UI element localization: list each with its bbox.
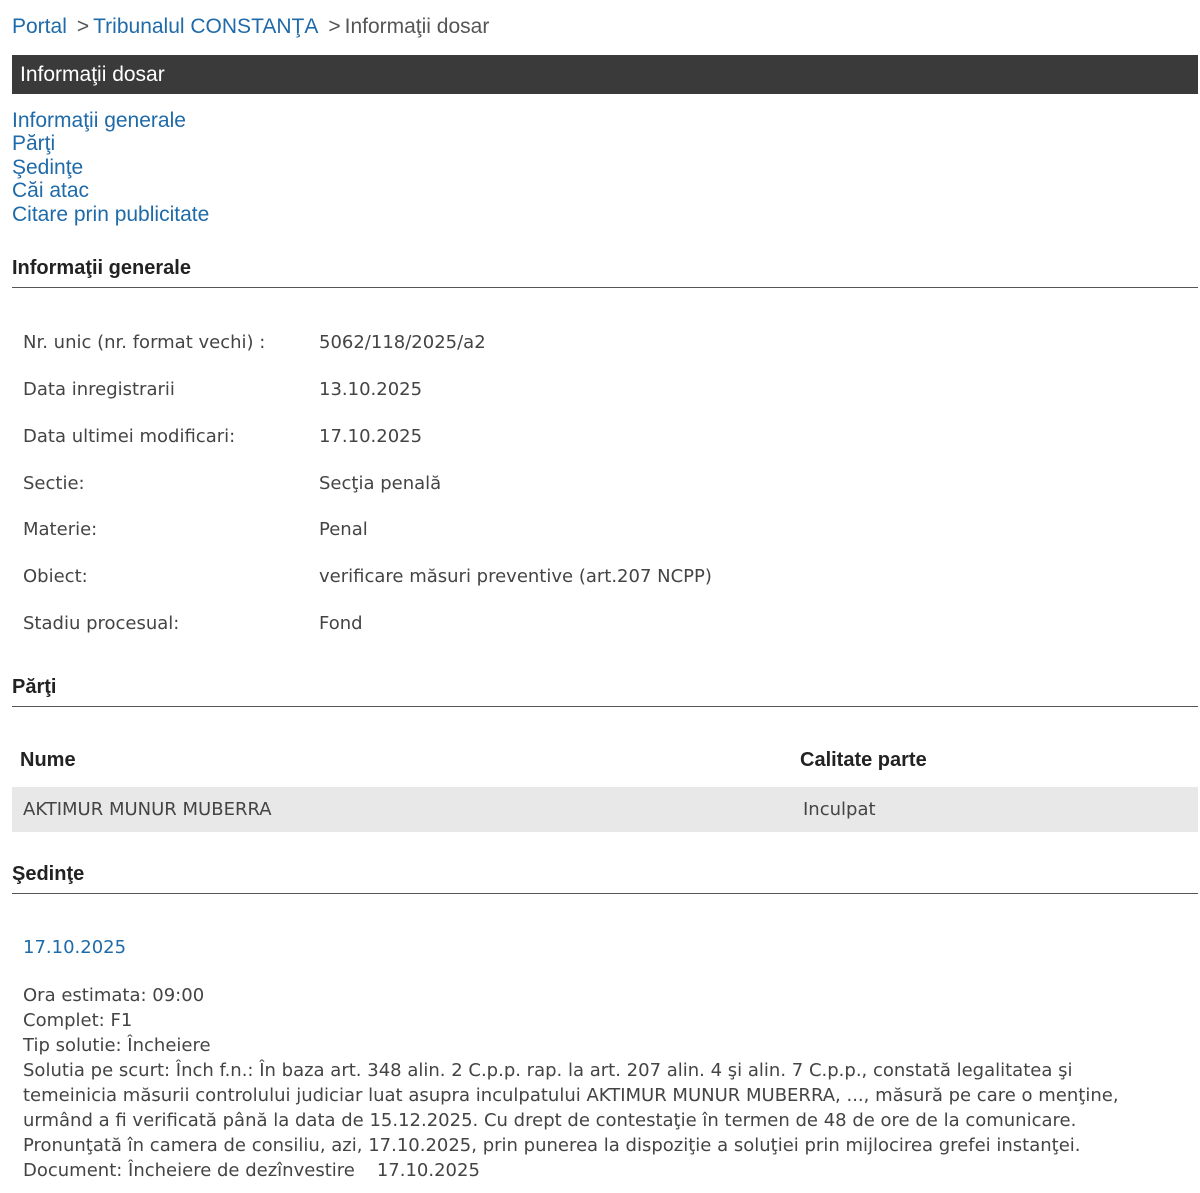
field-label-last-modified: Data ultimei modificari: [23, 426, 236, 447]
field-label-procedural-stage: Stadiu procesual: [23, 613, 180, 634]
breadcrumb-portal-link[interactable]: Portal [12, 15, 67, 38]
session-solution-text-line: urmând a fi verificată până la data de 1… [23, 1110, 1077, 1131]
session-solution-text-line: Pronunţată în camera de consiliu, azi, 1… [23, 1135, 1081, 1156]
party-role-cell: Inculpat [803, 799, 876, 820]
breadcrumb-tribunal-link[interactable]: Tribunalul CONSTANŢA [93, 15, 318, 38]
breadcrumb-separator: > [76, 15, 90, 38]
parties-column-name: Nume [20, 749, 76, 771]
field-value-section: Secţia penală [319, 473, 442, 494]
sessions-heading: Şedinţe [12, 862, 1198, 894]
breadcrumb: Portal > Tribunalul CONSTANŢA > Informaţii d… [12, 14, 489, 40]
nav-link-public-summons[interactable]: Citare prin publicitate [12, 203, 209, 226]
session-solution-text-line: Solutia pe scurt: Înch f.n.: În baza art… [23, 1060, 1073, 1081]
session-document-date: 17.10.2025 [376, 1160, 480, 1181]
nav-link-general-info[interactable]: Informaţii generale [12, 109, 209, 132]
session-estimated-time: Ora estimata: 09:00 [23, 985, 205, 1006]
parties-heading: Părţi [12, 675, 1198, 707]
nav-link-appeals[interactable]: Căi atac [12, 179, 209, 202]
general-info-heading: Informaţii generale [12, 256, 1198, 288]
session-panel: Complet: F1 [23, 1010, 133, 1031]
breadcrumb-separator: > [328, 15, 341, 38]
session-details: Ora estimata: 09:00 Complet: F1 Tip solu… [23, 983, 1183, 1183]
field-value-registration-date: 13.10.2025 [319, 379, 423, 400]
session-date-link[interactable]: 17.10.2025 [23, 937, 126, 958]
nav-link-sessions[interactable]: Şedinţe [12, 156, 209, 179]
field-value-matter: Penal [319, 519, 368, 540]
section-nav: Informaţii generale Părţi Şedinţe Căi at… [12, 109, 209, 226]
field-label-section: Sectie: [23, 473, 85, 494]
parties-column-role: Calitate parte [800, 749, 927, 771]
field-value-case-number: 5062/118/2025/a2 [319, 332, 486, 353]
session-document-label: Document: Încheiere de dezînvestire [23, 1160, 355, 1181]
field-value-procedural-stage: Fond [319, 613, 363, 634]
field-label-matter: Materie: [23, 519, 98, 540]
page-title: Informaţii dosar [20, 63, 165, 86]
session-document: Document: Încheiere de dezînvestire 17.10… [23, 1158, 1183, 1183]
session-solution-type: Tip solutie: Încheiere [23, 1035, 211, 1056]
field-value-last-modified: 17.10.2025 [319, 426, 423, 447]
page-title-bar: Informaţii dosar [12, 55, 1198, 94]
party-name-cell: AKTIMUR MUNUR MUBERRA [23, 799, 272, 820]
field-label-case-number: Nr. unic (nr. format vechi) : [23, 332, 266, 353]
field-label-registration-date: Data inregistrarii [23, 379, 175, 400]
session-solution-text-line: temeinicia măsurii controlului judiciar … [23, 1085, 1119, 1106]
breadcrumb-current: Informaţii dosar [344, 15, 490, 38]
table-row: AKTIMUR MUNUR MUBERRA Inculpat [12, 787, 1198, 832]
field-value-object: verificare măsuri preventive (art.207 NC… [319, 566, 712, 587]
nav-link-parties[interactable]: Părţi [12, 132, 209, 155]
field-label-object: Obiect: [23, 566, 88, 587]
